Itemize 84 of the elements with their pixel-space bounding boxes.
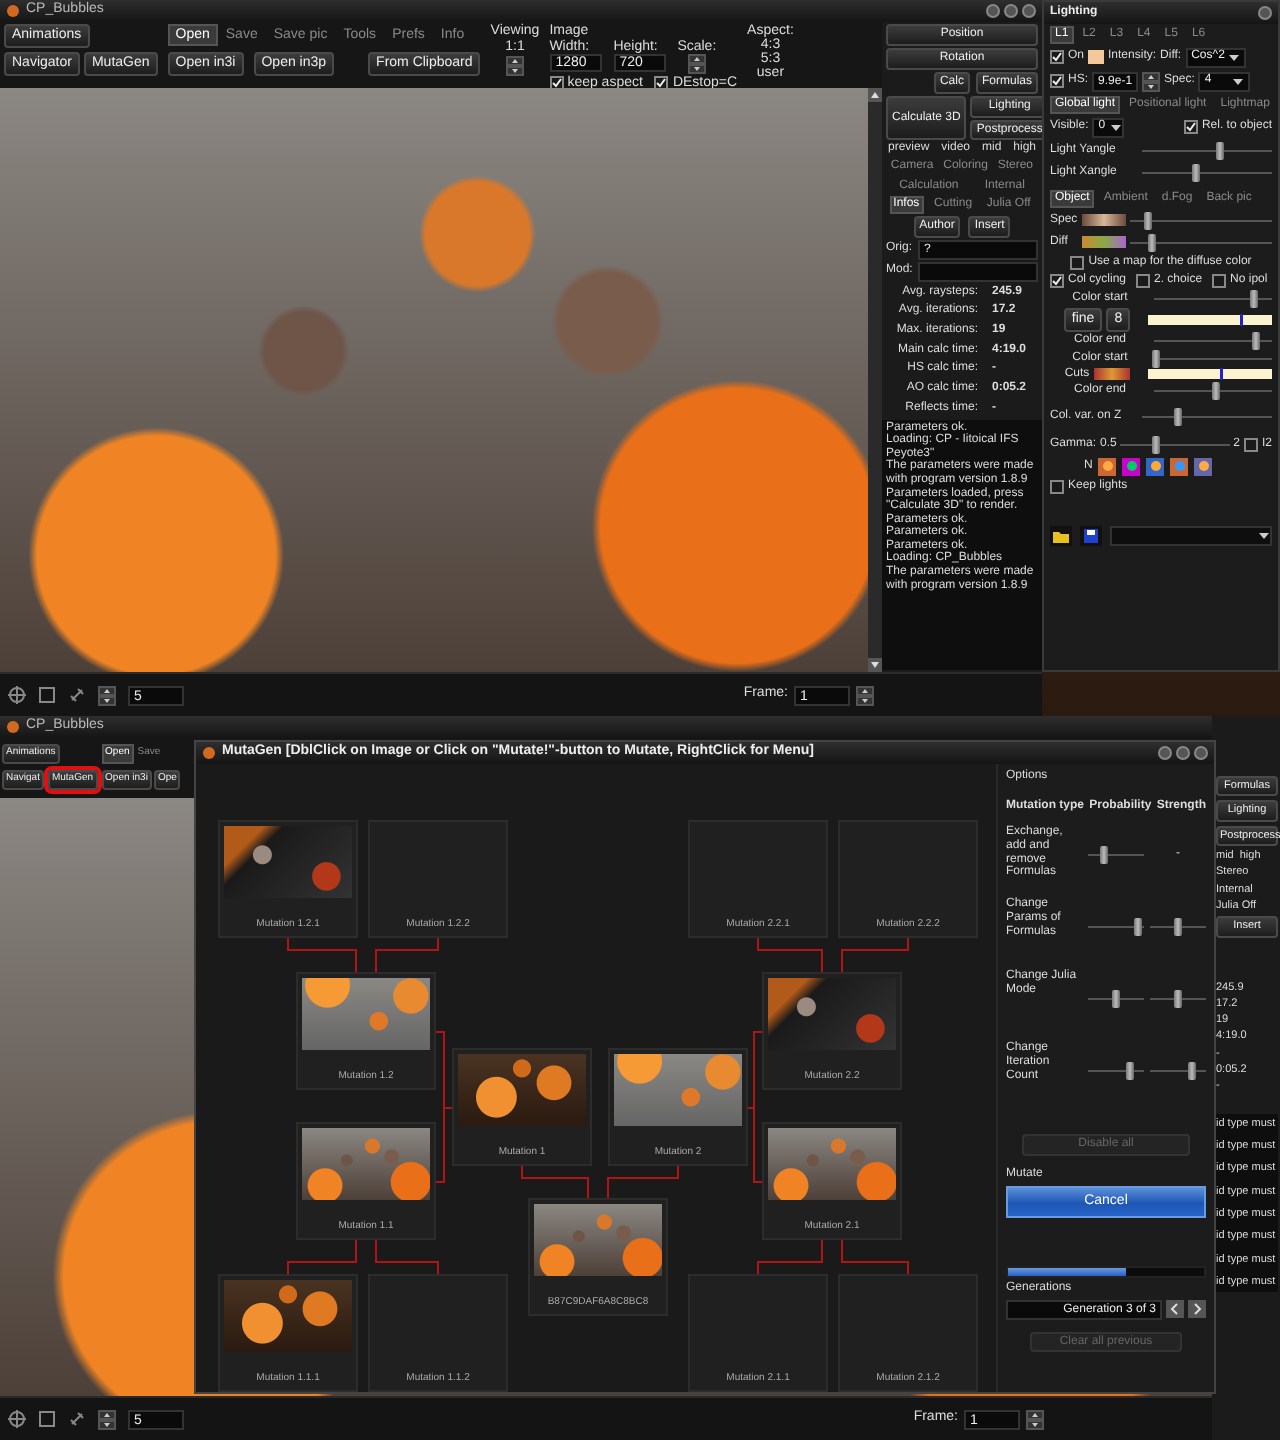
- square-icon[interactable]: [38, 686, 56, 704]
- next-icon[interactable]: [1188, 1300, 1206, 1318]
- preset-thumbnail-icon[interactable]: [1194, 457, 1213, 476]
- spin-buttons[interactable]: [98, 685, 116, 705]
- connector-line: [375, 1239, 439, 1275]
- slider-thumb[interactable]: [1126, 1062, 1134, 1081]
- slider-thumb[interactable]: [1152, 349, 1161, 368]
- fractal-thumbnail[interactable]: [458, 1054, 586, 1126]
- connector-line: [287, 937, 357, 973]
- gradient-swatch[interactable]: [1082, 214, 1126, 227]
- checkbox[interactable]: [1243, 437, 1258, 452]
- fractal-thumbnail[interactable]: [768, 978, 896, 1050]
- save-icon[interactable]: [1080, 525, 1102, 546]
- connector-line: [521, 1165, 589, 1199]
- crosshair-icon[interactable]: [8, 1410, 26, 1428]
- slider-thumb[interactable]: [1112, 990, 1120, 1009]
- fractal-thumbnail[interactable]: [534, 1204, 662, 1276]
- caret-icon: [1109, 121, 1122, 134]
- checkbox[interactable]: [1050, 74, 1064, 89]
- connector-line: [757, 937, 823, 973]
- spin-buttons[interactable]: [98, 1409, 116, 1429]
- connector-line: [841, 1239, 909, 1275]
- slider-thumb[interactable]: [1174, 918, 1182, 937]
- fractal-thumbnail[interactable]: [614, 1054, 742, 1126]
- preset-thumbnail-icon[interactable]: [1170, 457, 1189, 476]
- gradient-swatch[interactable]: [1082, 236, 1126, 249]
- checkbox[interactable]: [1136, 273, 1151, 288]
- color-bar: [1148, 313, 1272, 326]
- app-icon: [6, 720, 20, 734]
- connector-line: [607, 1165, 679, 1199]
- connector-line: [435, 1107, 453, 1183]
- text-field[interactable]: [918, 261, 1038, 282]
- gradient-swatch[interactable]: [1093, 367, 1130, 380]
- caret-icon: [1258, 529, 1270, 542]
- slider-thumb[interactable]: [1188, 1062, 1196, 1081]
- preset-thumbnail-icon[interactable]: [1146, 457, 1165, 476]
- slider-thumb[interactable]: [1174, 990, 1182, 1009]
- slider-thumb[interactable]: [1151, 435, 1160, 454]
- slider-thumb[interactable]: [1216, 141, 1224, 160]
- color-swatch[interactable]: [1088, 50, 1105, 65]
- folder-icon[interactable]: [1050, 525, 1072, 546]
- slider-thumb[interactable]: [1143, 211, 1152, 230]
- spin-buttons[interactable]: [1026, 1409, 1044, 1429]
- slider-thumb[interactable]: [1148, 233, 1157, 252]
- app-icon: [202, 746, 216, 760]
- fractal-thumbnail[interactable]: [768, 1128, 896, 1200]
- checkbox[interactable]: [1050, 479, 1064, 494]
- crosshair-icon[interactable]: [8, 686, 26, 704]
- spin-buttons[interactable]: [505, 56, 524, 76]
- slider-track[interactable]: [1154, 349, 1272, 368]
- link-icon[interactable]: [68, 686, 86, 704]
- slider-thumb[interactable]: [1134, 918, 1143, 937]
- fractal-thumbnail[interactable]: [224, 1280, 352, 1352]
- slider-thumb[interactable]: [1211, 381, 1220, 400]
- connector-line: [375, 937, 439, 973]
- fractal-thumbnail[interactable]: [302, 1128, 430, 1200]
- color-bar: [1148, 368, 1272, 381]
- spin-buttons[interactable]: [856, 685, 874, 705]
- fractal-thumbnail[interactable]: [224, 826, 352, 898]
- connector-line: [841, 937, 909, 973]
- spin-buttons[interactable]: [1142, 71, 1161, 92]
- checkbox[interactable]: [1050, 50, 1064, 65]
- app-icon: [6, 4, 20, 18]
- preset-thumbnail-icon[interactable]: [1122, 457, 1141, 476]
- spin-buttons[interactable]: [687, 54, 706, 74]
- checkbox[interactable]: [1070, 255, 1085, 270]
- slider-thumb[interactable]: [1192, 163, 1201, 182]
- slider-thumb[interactable]: [1250, 289, 1259, 308]
- scroll-down-icon[interactable]: [868, 658, 882, 672]
- window-control-icon[interactable]: [1258, 5, 1272, 20]
- checkbox[interactable]: [1212, 273, 1227, 288]
- square-icon[interactable]: [38, 1410, 56, 1428]
- fractal-thumbnail[interactable]: [302, 978, 430, 1050]
- checkbox[interactable]: [1050, 273, 1064, 288]
- preset-thumbnail-icon[interactable]: [1098, 457, 1117, 476]
- slider-thumb[interactable]: [1252, 331, 1261, 350]
- slider-thumb[interactable]: [1100, 846, 1109, 865]
- connector-line: [757, 1239, 823, 1275]
- previous-icon[interactable]: [1166, 1300, 1184, 1318]
- checkbox[interactable]: [1183, 120, 1198, 135]
- scroll-up-icon[interactable]: [868, 88, 882, 102]
- connector-line: [287, 1239, 357, 1275]
- link-icon[interactable]: [68, 1410, 86, 1428]
- slider-thumb[interactable]: [1174, 407, 1183, 426]
